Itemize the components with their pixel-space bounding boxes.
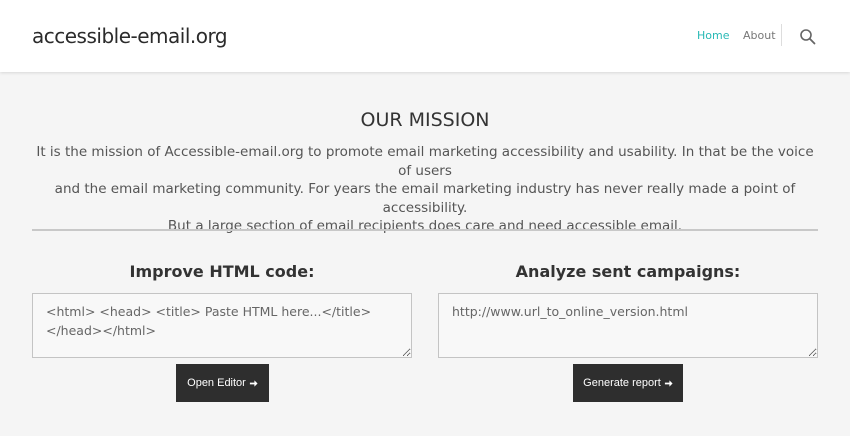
mission-text-line: But a large section of email recipients … (167, 218, 683, 234)
nav-home-link[interactable]: Home (697, 29, 729, 42)
mission-title: OUR MISSION (360, 109, 490, 131)
mission-text: It is the mission of Accessible-email.or… (32, 143, 818, 236)
mission-text-line: It is the mission of Accessible-email.or… (36, 144, 814, 179)
campaign-url-input[interactable] (438, 293, 818, 358)
arrow-right-icon (664, 379, 673, 387)
site-header: accessible-email.org Home About (0, 0, 850, 72)
site-logo[interactable]: accessible-email.org (32, 24, 228, 48)
improve-html-title: Improve HTML code: (129, 262, 315, 281)
search-icon[interactable] (799, 28, 817, 46)
section-divider (32, 229, 818, 231)
html-code-input[interactable] (32, 293, 412, 358)
arrow-right-icon (249, 379, 258, 387)
mission-text-line: and the email marketing community. For y… (54, 181, 796, 216)
open-editor-label: Open Editor (187, 377, 246, 389)
open-editor-button[interactable]: Open Editor (176, 364, 269, 402)
generate-report-label: Generate report (583, 377, 661, 389)
nav-divider (781, 24, 782, 46)
nav-about-link[interactable]: About (743, 29, 776, 42)
generate-report-button[interactable]: Generate report (573, 364, 683, 402)
analyze-campaigns-title: Analyze sent campaigns: (515, 262, 741, 281)
